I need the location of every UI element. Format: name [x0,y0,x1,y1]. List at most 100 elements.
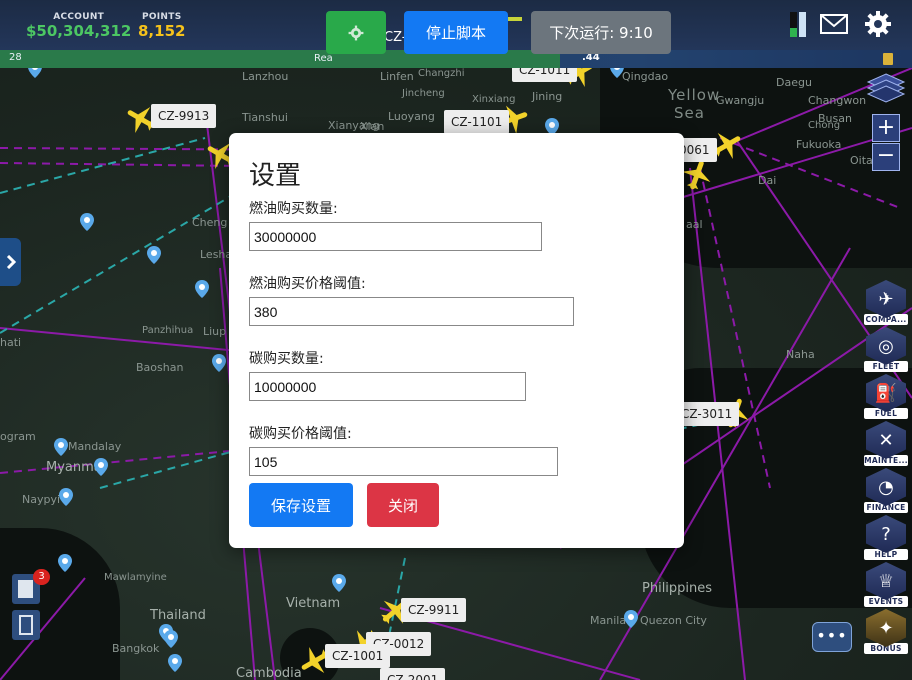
trophy-icon: ♕ [866,562,906,600]
flight-tag[interactable]: CZ-9911 [401,598,467,622]
flight-tag[interactable]: CZ-1001 [325,644,391,668]
flight-tag[interactable]: CZ-1101 [444,110,510,134]
wrench-icon: ✕ [866,421,906,459]
fuel-quantity-label: 燃油购买数量: [249,201,338,217]
airport-pin-icon[interactable] [610,68,624,78]
place-label: Philippines [642,581,713,596]
strip-number: 28 [9,52,22,63]
airport-pin-icon[interactable] [58,554,72,572]
airport-pin-icon[interactable] [164,630,178,648]
place-label: Cambodia [236,666,302,680]
sidebar-item-events[interactable]: ♕ EVENTS [864,562,908,607]
stop-script-button[interactable]: 停止脚本 [404,11,508,54]
sidebar-item-fleet[interactable]: ◎ FLEET [864,327,908,372]
airport-pin-icon[interactable] [59,488,73,506]
place-label: Jining [532,90,563,103]
carbon-quantity-input[interactable] [249,372,526,401]
place-label: Quezon City [640,614,707,627]
airport-pin-icon[interactable] [624,610,638,628]
airport-pin-icon[interactable] [168,654,182,672]
place-label: ogram [0,430,36,443]
place-label: Gwangju [716,94,765,107]
place-label: Luoyang [388,110,435,123]
place-label: Yellow [668,86,721,104]
flight-tag[interactable]: CZ-1011 [512,68,578,82]
fuel-price-threshold-label: 燃油购买价格阈值: [249,276,366,292]
place-label: Thailand [150,608,206,623]
zoom-out-button[interactable]: − [872,143,900,171]
place-label: Mawlamyine [104,572,167,583]
script-settings-button[interactable] [326,11,386,54]
account-label: ACCOUNT [53,12,105,22]
flight-tag[interactable]: CZ-2001 [380,668,446,680]
layers-icon [866,73,906,103]
airplane-icon[interactable] [680,158,714,192]
place-label: hati [0,336,22,349]
expand-panel-button[interactable] [0,238,21,286]
airport-pin-icon[interactable] [332,574,346,592]
place-label: Cheng [192,216,228,229]
place-label: Bangkok [112,642,160,655]
airport-pin-icon[interactable] [80,213,94,231]
airport-pin-icon[interactable] [94,458,108,476]
notes-icon [18,580,33,598]
settings-gear-icon[interactable] [864,10,892,38]
bonus-icon: ✦ [866,609,906,647]
airport-pin-icon[interactable] [195,280,209,298]
finance-icon: ◔ [866,468,906,506]
place-label: Liup [203,325,227,338]
place-label: Baoshan [136,361,184,374]
sidebar-item-maintenance[interactable]: ✕ MAINTE... [864,421,908,466]
place-label: aal [686,218,703,231]
place-label: Qingdao [622,70,669,83]
carbon-price-threshold-label: 碳购买价格阈值: [249,426,352,442]
fuel-price-threshold-input[interactable] [249,297,574,326]
notification-badge: 3 [33,569,50,585]
close-button[interactable]: 关闭 [367,483,439,527]
fuel-icon: ⛽ [866,374,906,412]
place-label: Panzhihua [142,325,194,336]
chat-icon: ••• [816,626,848,645]
sidebar-item-bonus[interactable]: ✦ BONUS [864,609,908,654]
layers-button[interactable] [866,72,906,104]
next-run-button[interactable]: 下次运行: 9:10 [531,11,671,54]
points-value: 8,152 [138,22,186,40]
device-button[interactable] [12,610,40,640]
save-settings-button[interactable]: 保存设置 [249,483,353,527]
place-label: Lanzhou [242,70,289,83]
flight-tag[interactable]: CZ-9913 [151,104,217,128]
place-label: Manila [590,614,627,627]
place-label: Chong [808,120,841,131]
fuel-quantity-input[interactable] [249,222,542,251]
account-stat: ACCOUNT $50,304,312 [26,12,131,40]
question-icon: ? [866,515,906,553]
sidebar-item-finance[interactable]: ◔ FINANCE [864,468,908,513]
signal-icon [790,12,808,37]
chat-button[interactable]: ••• [812,622,852,652]
place-label: Xian [360,120,385,133]
place-label: Daegu [776,76,812,89]
place-label: Fukuoka [796,138,842,151]
place-label: Linfen [380,70,414,83]
points-label: POINTS [141,12,182,22]
mail-icon[interactable] [820,14,848,34]
settings-modal: 设置 燃油购买数量: 燃油购买价格阈值: 碳购买数量: 碳购买价格阈值: 保存设… [229,133,684,548]
place-label: Naha [786,348,815,361]
airport-pin-icon[interactable] [54,438,68,456]
device-icon [19,615,33,635]
place-label: Oita [850,154,873,167]
place-label: Lesha [200,248,233,261]
airport-pin-icon[interactable] [147,246,161,264]
globe-icon: ◎ [866,327,906,365]
place-label: Jincheng [402,88,445,99]
airport-pin-icon[interactable] [212,354,226,372]
sidebar-item-fuel[interactable]: ⛽ FUEL [864,374,908,419]
sidebar-item-help[interactable]: ? HELP [864,515,908,560]
sidebar-item-company[interactable]: ✈ COMPA... [864,280,908,325]
chevron-right-icon [6,255,16,269]
carbon-price-threshold-input[interactable] [249,447,558,476]
company-icon: ✈ [866,280,906,318]
clipboard-icon[interactable] [883,53,893,65]
airport-pin-icon[interactable] [28,68,42,78]
zoom-in-button[interactable]: + [872,114,900,142]
